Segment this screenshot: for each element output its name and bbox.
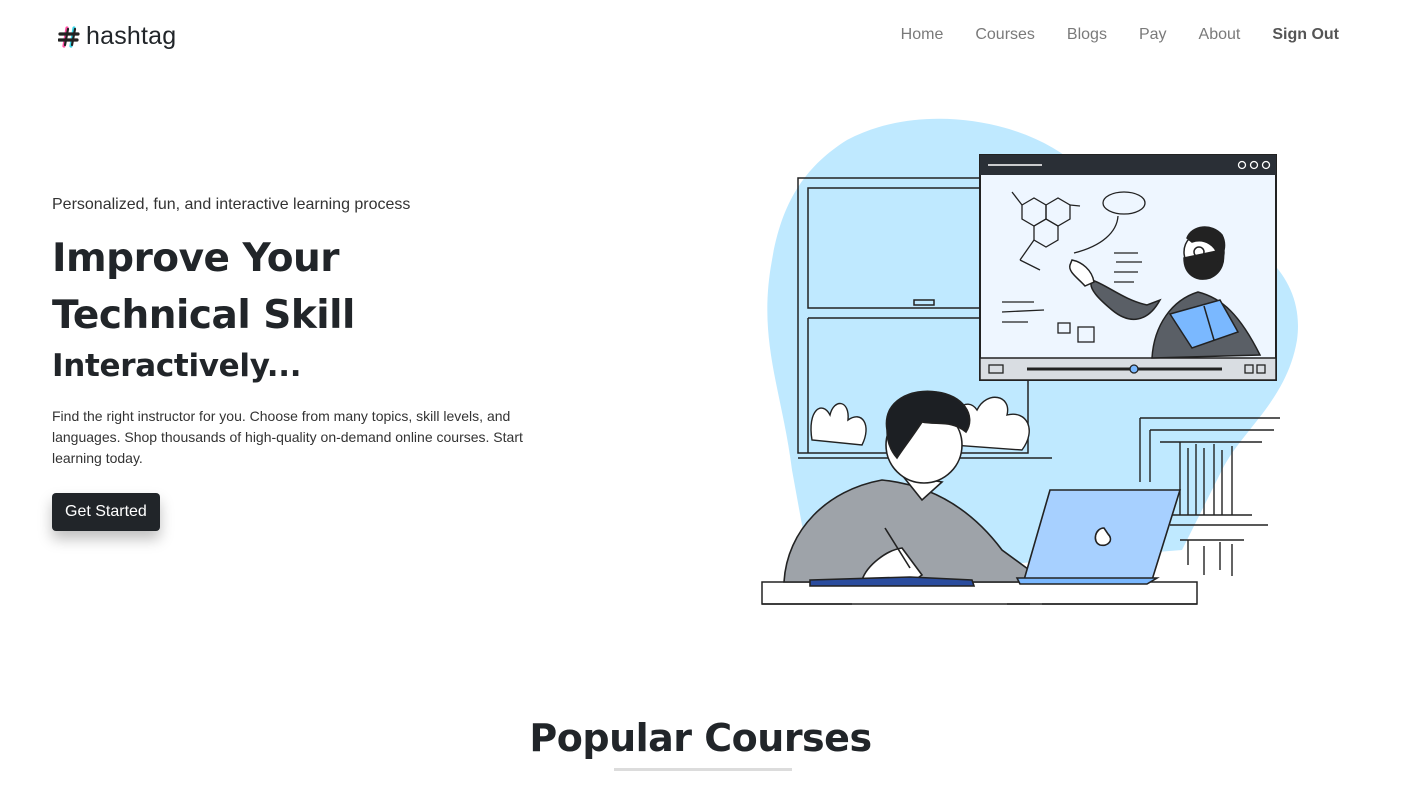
nav-courses[interactable]: Courses (975, 26, 1035, 44)
nav-pay[interactable]: Pay (1139, 26, 1167, 44)
get-started-button[interactable]: Get Started (52, 493, 160, 531)
hero-section: Personalized, fun, and interactive learn… (52, 196, 572, 531)
hero-headline-line3: Interactively... (52, 348, 302, 384)
hero-tagline: Personalized, fun, and interactive learn… (52, 196, 411, 213)
hero-headline-line2: Technical Skill (52, 293, 355, 338)
nav-about[interactable]: About (1199, 26, 1241, 44)
nav-home[interactable]: Home (901, 26, 944, 44)
brand-name: hashtag (86, 22, 177, 50)
hero-description: Find the right instructor for you. Choos… (52, 408, 523, 466)
title-underline (614, 768, 792, 771)
online-learning-illustration (761, 118, 1298, 605)
nav-sign-out[interactable]: Sign Out (1272, 26, 1339, 44)
hashtag-logo-icon (58, 25, 80, 48)
hero-headline-line1: Improve Your (52, 236, 340, 281)
video-player (979, 154, 1277, 381)
nav-menu: Home Courses Blogs Pay About Sign Out (901, 26, 1339, 44)
brand-link[interactable]: hashtag (58, 22, 176, 51)
popular-courses-title: Popular Courses (529, 716, 872, 760)
hero-headline: Improve Your Technical Skill (52, 230, 572, 344)
navbar: hashtag Home Courses Blogs Pay About Sig… (0, 0, 1401, 74)
nav-blogs[interactable]: Blogs (1067, 26, 1107, 44)
